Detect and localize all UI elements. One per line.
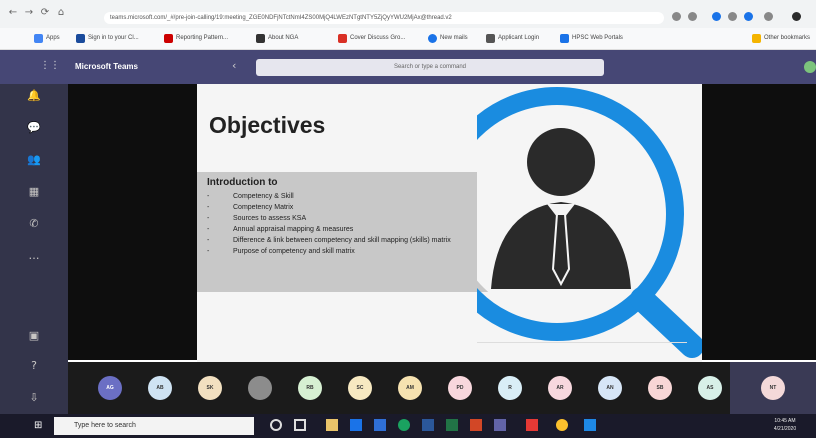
taskbar-app-icon[interactable] — [526, 419, 538, 431]
slide-footer — [477, 342, 687, 348]
list-item: Annual appraisal mapping & measures — [207, 224, 507, 235]
download-icon[interactable]: ⇩ — [26, 390, 42, 406]
help-icon[interactable]: ? — [26, 358, 42, 374]
extension-icon[interactable] — [712, 12, 721, 21]
extension-icon[interactable] — [672, 12, 681, 21]
bookmark-icon — [164, 34, 173, 43]
bookmark-item[interactable]: Reporting Pattern... — [164, 33, 228, 44]
extension-icon[interactable] — [744, 12, 753, 21]
calendar-icon[interactable]: ▦ — [26, 184, 42, 200]
list-item: Competency & Skill — [207, 191, 507, 202]
word-icon[interactable] — [422, 419, 434, 431]
bookmark-icon — [560, 34, 569, 43]
activity-icon[interactable]: 🔔 — [26, 88, 42, 104]
bookmark-item[interactable]: HPSC Web Portals — [560, 33, 623, 44]
bookmark-item[interactable]: Sign in to your Cl... — [76, 33, 139, 44]
folder-icon — [752, 34, 761, 43]
bookmark-item[interactable]: About NGA — [256, 33, 298, 44]
bookmark-item[interactable]: Applicant Login — [486, 33, 539, 44]
profile-avatar[interactable] — [792, 12, 801, 21]
apps-icon — [34, 34, 43, 43]
teams-taskbar-icon[interactable] — [494, 419, 506, 431]
list-item: Competency Matrix — [207, 202, 507, 213]
app-title: Microsoft Teams — [75, 62, 138, 71]
participant-avatar[interactable] — [248, 376, 272, 400]
participant-avatar[interactable]: AN — [598, 376, 622, 400]
bookmark-apps[interactable]: Apps — [34, 33, 60, 44]
more-icon[interactable]: … — [26, 248, 42, 264]
extension-icon[interactable] — [728, 12, 737, 21]
shared-slide: Objectives Introduction to Competency & … — [197, 84, 702, 362]
extension-icon[interactable] — [688, 12, 697, 21]
bookmark-icon — [338, 34, 347, 43]
self-video-tile[interactable]: NT — [730, 362, 816, 414]
participant-avatar[interactable]: PD — [448, 376, 472, 400]
bookmark-item[interactable]: New mails — [428, 33, 468, 44]
participant-avatar[interactable]: AS — [698, 376, 722, 400]
cortana-icon[interactable] — [270, 419, 282, 431]
calls-icon[interactable]: ✆ — [26, 216, 42, 232]
powerpoint-icon[interactable] — [470, 419, 482, 431]
bookmark-icon — [486, 34, 495, 43]
teams-icon[interactable]: 👥 — [26, 152, 42, 168]
app-rail: 🔔 💬 👥 ▦ ✆ … ▣ ? ⇩ — [0, 84, 68, 414]
slide-bullet-list: Competency & Skill Competency Matrix Sou… — [207, 191, 507, 257]
participant-avatar[interactable]: RB — [298, 376, 322, 400]
windows-start-icon[interactable]: ⊞ — [34, 420, 46, 432]
chrome-icon[interactable] — [556, 419, 568, 431]
bookmark-other[interactable]: Other bookmarks — [752, 33, 810, 44]
participant-avatar[interactable]: SB — [648, 376, 672, 400]
bookmark-icon — [76, 34, 85, 43]
reload-icon[interactable]: ⟳ — [40, 8, 50, 18]
bookmarks-bar: Apps Sign in to your Cl... Reporting Pat… — [0, 28, 816, 50]
address-bar[interactable]: teams.microsoft.com/_#/pre-join-calling/… — [104, 12, 664, 24]
extension-icon[interactable] — [764, 12, 773, 21]
participant-avatar[interactable]: R — [498, 376, 522, 400]
taskbar-app-icon[interactable] — [584, 419, 596, 431]
browser-toolbar: ← → ⟳ ⌂ teams.microsoft.com/_#/pre-join-… — [0, 0, 816, 28]
list-item: Purpose of competency and skill matrix — [207, 246, 507, 257]
list-item: Difference & link between competency and… — [207, 235, 507, 246]
search-input[interactable]: Search or type a command — [256, 59, 604, 76]
home-icon[interactable]: ⌂ — [56, 8, 66, 18]
chat-icon[interactable]: 💬 — [26, 120, 42, 136]
bookmark-icon — [256, 34, 265, 43]
system-clock[interactable]: 10:45 AM 4/21/2020 — [760, 417, 810, 433]
person-tie — [551, 213, 571, 287]
apps-icon[interactable]: ▣ — [26, 328, 42, 344]
file-explorer-icon[interactable] — [326, 419, 338, 431]
taskbar-app-icon[interactable] — [398, 419, 410, 431]
list-item: Sources to assess KSA — [207, 213, 507, 224]
profile-avatar[interactable] — [804, 61, 816, 73]
slide-section-heading: Introduction to — [207, 177, 278, 188]
person-head — [527, 128, 595, 196]
taskbar-app-icon[interactable] — [374, 419, 386, 431]
participant-avatar[interactable]: SK — [198, 376, 222, 400]
participant-avatar[interactable]: AR — [548, 376, 572, 400]
bookmark-icon — [428, 34, 437, 43]
magnifier-person-illustration — [477, 87, 702, 358]
slide-title: Objectives — [209, 112, 326, 138]
participant-avatar[interactable]: SC — [348, 376, 372, 400]
participant-avatar[interactable]: AG — [98, 376, 122, 400]
participant-avatar[interactable]: AB — [148, 376, 172, 400]
bookmark-item[interactable]: Cover Discuss Gro... — [338, 33, 405, 44]
forward-icon[interactable]: → — [24, 8, 34, 18]
app-grid-icon[interactable]: ⋮⋮ — [40, 60, 60, 71]
magnifier-handle — [630, 287, 702, 358]
taskbar-search-input[interactable]: Type here to search — [54, 417, 254, 435]
excel-icon[interactable] — [446, 419, 458, 431]
task-view-icon[interactable] — [294, 419, 306, 431]
self-avatar: NT — [761, 376, 785, 400]
back-icon[interactable]: ← — [8, 8, 18, 18]
back-arrow-icon[interactable]: ‹ — [232, 59, 236, 72]
participant-avatar[interactable]: AM — [398, 376, 422, 400]
taskbar-app-icon[interactable] — [350, 419, 362, 431]
